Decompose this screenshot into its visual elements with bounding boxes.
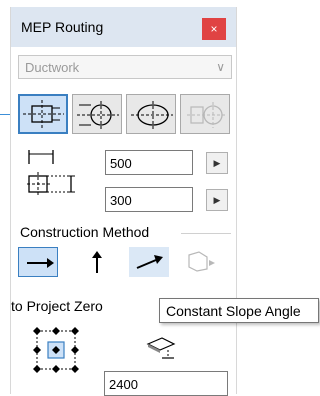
height-dimension-icon xyxy=(27,172,75,196)
oval-duct-icon xyxy=(131,101,173,129)
tooltip: Constant Slope Angle xyxy=(159,298,319,323)
transition-duct-icon xyxy=(187,102,227,128)
vertical-arrow-icon xyxy=(92,251,102,273)
width-dimension-icon xyxy=(28,150,54,164)
method-constant-slope-button[interactable] xyxy=(129,247,169,277)
elevation-input[interactable]: 2400 xyxy=(104,371,228,396)
horizontal-arrow-icon xyxy=(27,258,54,268)
shape-rectangular-button[interactable] xyxy=(18,94,68,134)
method-free-button[interactable] xyxy=(181,247,221,277)
free-routing-icon xyxy=(188,251,215,272)
rectangular-duct-icon xyxy=(23,100,64,129)
close-icon: × xyxy=(210,22,218,36)
group-divider xyxy=(181,233,231,234)
close-button[interactable]: × xyxy=(202,18,226,40)
circular-duct-icon xyxy=(77,101,119,129)
canvas-guide-line xyxy=(0,114,10,115)
width-input[interactable]: 500 xyxy=(105,150,193,175)
shape-oval-button[interactable] xyxy=(126,94,176,134)
construction-method-label: Construction Method xyxy=(20,224,150,240)
title-bar[interactable]: MEP Routing × xyxy=(11,7,236,47)
method-vertical-button[interactable] xyxy=(77,247,117,277)
slope-arrow-icon xyxy=(136,255,163,269)
mep-routing-palette: MEP Routing × Ductwork ∨ 500 ▶ 300 ▶ Con… xyxy=(10,7,237,396)
shape-circular-button[interactable] xyxy=(72,94,122,134)
elevation-icon xyxy=(146,337,176,359)
chevron-down-icon: ∨ xyxy=(216,60,225,74)
system-dropdown[interactable]: Ductwork ∨ xyxy=(18,55,232,79)
shape-transition-button[interactable] xyxy=(180,94,230,134)
method-horizontal-button[interactable] xyxy=(18,247,58,277)
height-input[interactable]: 300 xyxy=(105,187,193,212)
system-dropdown-value: Ductwork xyxy=(25,60,80,75)
reference-label: to Project Zero xyxy=(11,298,103,314)
width-arrow-button[interactable]: ▶ xyxy=(206,152,228,174)
height-arrow-button[interactable]: ▶ xyxy=(206,189,228,211)
window-title: MEP Routing xyxy=(21,19,104,35)
anchor-point-selector[interactable] xyxy=(27,322,91,384)
